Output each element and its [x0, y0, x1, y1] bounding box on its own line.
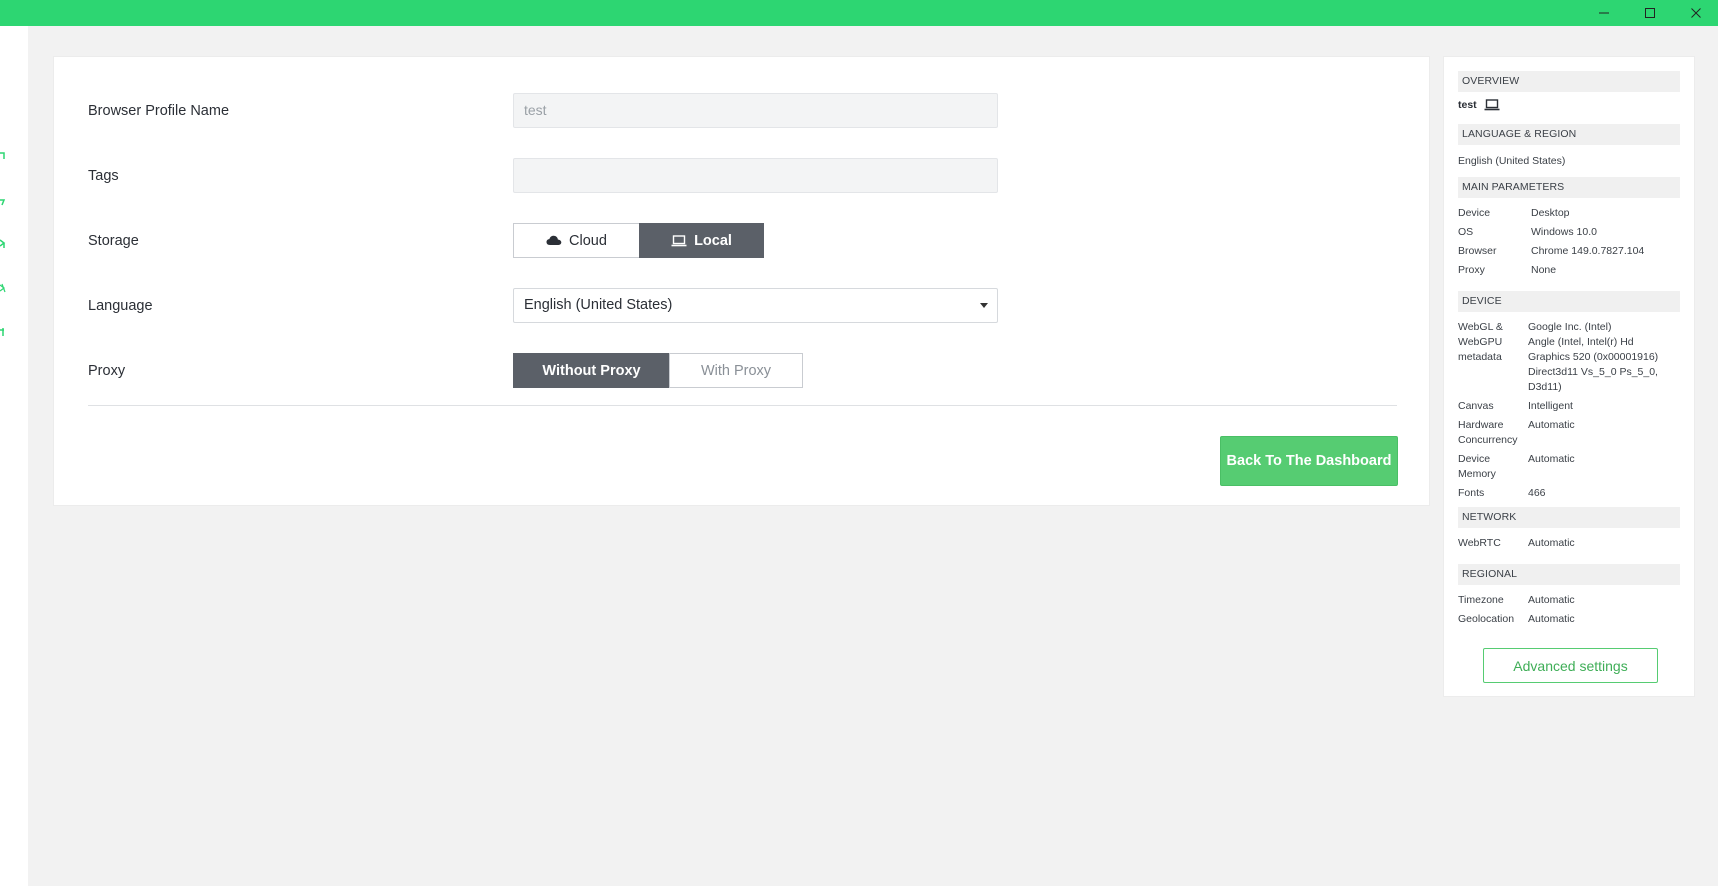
profile-name-input[interactable]: test [513, 93, 998, 128]
webgl-value-line: Direct3d11 Vs_5_0 Ps_5_0, [1528, 366, 1658, 378]
device-header: DEVICE [1458, 291, 1680, 312]
fonts-value: 466 [1528, 487, 1546, 499]
overview-profile: test [1458, 99, 1500, 111]
webrtc-value: Automatic [1528, 537, 1575, 549]
with-proxy-button[interactable]: With Proxy [669, 353, 803, 388]
network-header: NETWORK [1458, 507, 1680, 528]
language-label: Language [88, 298, 153, 314]
memory-key-line: Memory [1458, 468, 1496, 480]
regional-header: REGIONAL [1458, 564, 1680, 585]
maximize-icon[interactable] [1627, 0, 1673, 26]
laptop-icon [671, 234, 687, 246]
storage-cloud-button[interactable]: Cloud [513, 223, 640, 258]
language-region-header: LANGUAGE & REGION [1458, 124, 1680, 145]
language-select[interactable]: English (United States) [513, 288, 998, 323]
device-value: Desktop [1531, 207, 1570, 219]
browser-key: Browser [1458, 245, 1497, 257]
storage-local-label: Local [694, 232, 732, 249]
rail-icon[interactable] [0, 282, 6, 294]
without-proxy-button[interactable]: Without Proxy [513, 353, 670, 388]
webgl-key: WebGL & WebGPU metadata [1458, 320, 1503, 365]
storage-label: Storage [88, 233, 139, 249]
webgl-value-line: Angle (Intel, Intel(r) Hd [1528, 336, 1634, 348]
webgl-key-line: metadata [1458, 351, 1502, 363]
profile-name-label: Browser Profile Name [88, 103, 230, 119]
minimize-icon[interactable] [1581, 0, 1627, 26]
geolocation-key: Geolocation [1458, 613, 1515, 625]
storage-local-button[interactable]: Local [639, 223, 764, 258]
title-bar [0, 0, 1718, 26]
proxy-toggle: Without Proxy With Proxy [513, 353, 803, 388]
rail-icon[interactable] [0, 238, 6, 250]
proxy-label: Proxy [88, 363, 126, 379]
advanced-settings-button[interactable]: Advanced settings [1483, 648, 1658, 683]
tags-input[interactable] [513, 158, 998, 193]
webgl-value-line: Graphics 520 (0x00001916) [1528, 351, 1659, 363]
rail-icon[interactable] [0, 326, 6, 338]
webgl-value: Google Inc. (Intel) Angle (Intel, Intel(… [1528, 320, 1658, 395]
tags-label: Tags [88, 168, 119, 184]
storage-cloud-label: Cloud [569, 232, 607, 249]
device-memory-key: Device Memory [1458, 452, 1496, 482]
webgl-value-line: Google Inc. (Intel) [1528, 321, 1612, 333]
webgl-key-line: WebGPU [1458, 336, 1503, 348]
hardware-concurrency-value: Automatic [1528, 419, 1575, 431]
canvas-value: Intelligent [1528, 400, 1573, 412]
webrtc-key: WebRTC [1458, 537, 1501, 549]
form-divider [88, 405, 1397, 406]
timezone-value: Automatic [1528, 594, 1575, 606]
left-sidebar [0, 26, 28, 886]
webgl-key-line: WebGL & [1458, 321, 1503, 333]
language-region-value: English (United States) [1458, 155, 1566, 167]
laptop-icon [1484, 99, 1500, 111]
device-memory-value: Automatic [1528, 453, 1575, 465]
rail-icon[interactable] [0, 150, 6, 162]
os-value: Windows 10.0 [1531, 226, 1597, 238]
main-parameters-header: MAIN PARAMETERS [1458, 177, 1680, 198]
browser-value: Chrome 149.0.7827.104 [1531, 245, 1645, 257]
os-key: OS [1458, 226, 1474, 238]
geolocation-value: Automatic [1528, 613, 1575, 625]
memory-key-line: Device [1458, 453, 1491, 465]
storage-toggle: Cloud Local [513, 223, 764, 258]
device-key: Device [1458, 207, 1491, 219]
back-to-dashboard-button[interactable]: Back To The Dashboard [1220, 436, 1398, 486]
hardware-key-line: Concurrency [1458, 434, 1518, 446]
chevron-down-icon [980, 303, 988, 308]
proxy-value: None [1531, 264, 1557, 276]
cloud-icon [546, 235, 562, 245]
hardware-concurrency-key: Hardware Concurrency [1458, 418, 1518, 448]
rail-icon[interactable] [0, 196, 6, 208]
canvas-key: Canvas [1458, 400, 1494, 412]
close-icon[interactable] [1673, 0, 1718, 26]
fonts-key: Fonts [1458, 487, 1485, 499]
timezone-key: Timezone [1458, 594, 1504, 606]
overview-profile-name: test [1458, 99, 1477, 111]
hardware-key-line: Hardware [1458, 419, 1504, 431]
overview-header: OVERVIEW [1458, 71, 1680, 92]
language-select-value: English (United States) [524, 297, 673, 313]
profile-form-card: Browser Profile Name test Tags Storage C… [53, 56, 1430, 506]
proxy-key: Proxy [1458, 264, 1485, 276]
webgl-value-line: D3d11) [1528, 381, 1562, 393]
overview-panel: OVERVIEW test LANGUAGE & REGION English … [1443, 56, 1695, 697]
